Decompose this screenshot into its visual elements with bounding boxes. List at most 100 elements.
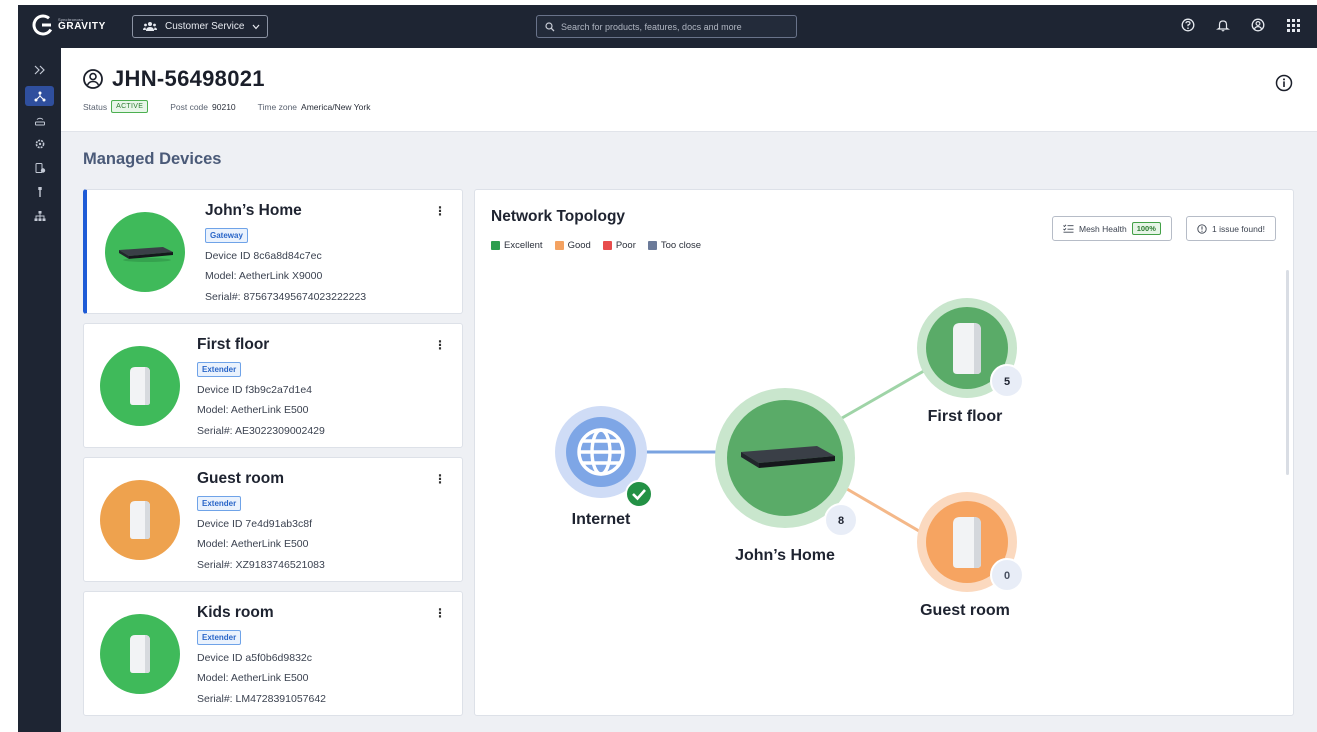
device-name: Kids room bbox=[197, 604, 274, 621]
device-type-tag: Extender bbox=[197, 630, 242, 645]
list-check-icon bbox=[1063, 224, 1074, 233]
mesh-health-button[interactable]: Mesh Health 100% bbox=[1052, 216, 1172, 241]
device-id: Device ID a5f0b6d9832c bbox=[197, 652, 312, 664]
expand-nav-icon[interactable] bbox=[25, 60, 54, 80]
device-name: First floor bbox=[197, 336, 270, 353]
mesh-health-badge: 100% bbox=[1131, 222, 1161, 235]
account-user-icon bbox=[83, 69, 103, 89]
apps-grid-icon[interactable] bbox=[1283, 15, 1303, 35]
device-type-tag: Gateway bbox=[205, 228, 248, 243]
device-card-johns-home[interactable]: John’s Home Gateway Device ID 8c6a8d84c7… bbox=[83, 189, 463, 314]
mesh-health-label: Mesh Health bbox=[1079, 223, 1127, 234]
help-icon[interactable] bbox=[1178, 15, 1198, 35]
kebab-menu-icon[interactable]: ⋮ bbox=[434, 338, 446, 352]
node-label-first-floor: First floor bbox=[928, 408, 1003, 425]
status-badge: ACTIVE bbox=[111, 100, 149, 113]
device-serial: Serial#: 875673495674023222223 bbox=[205, 291, 367, 303]
client-count-first-floor: 5 bbox=[1004, 376, 1010, 388]
extender-device-icon bbox=[953, 517, 981, 568]
side-navigation bbox=[18, 48, 61, 732]
section-title: Managed Devices bbox=[83, 150, 222, 168]
device-model: Model: AetherLink X9000 bbox=[205, 270, 323, 282]
device-status-avatar bbox=[100, 480, 180, 560]
users-icon bbox=[143, 22, 157, 31]
legend-item-excellent: Excellent bbox=[491, 240, 543, 251]
brand-name: GRAVITY bbox=[58, 21, 106, 32]
issues-label: 1 issue found! bbox=[1212, 223, 1265, 234]
account-header: JHN-56498021 Status ACTIVE Post code 902… bbox=[61, 48, 1317, 132]
search-icon bbox=[545, 21, 555, 31]
node-label-gateway: John’s Home bbox=[735, 547, 835, 564]
nav-settings-icon[interactable] bbox=[25, 134, 54, 154]
legend-item-too-close: Too close bbox=[647, 240, 701, 251]
search-input[interactable] bbox=[561, 21, 791, 32]
device-serial: Serial#: XZ9183746521083 bbox=[197, 559, 325, 571]
timezone-value: America/New York bbox=[301, 101, 371, 112]
chevron-down-icon bbox=[253, 24, 260, 29]
account-id-title: JHN-56498021 bbox=[112, 66, 265, 91]
timezone-label: Time zone bbox=[257, 101, 298, 112]
extender-device-icon bbox=[130, 367, 150, 405]
device-type-tag: Extender bbox=[197, 362, 242, 377]
notifications-bell-icon[interactable] bbox=[1213, 15, 1233, 35]
device-id: Device ID 7e4d91ab3c8f bbox=[197, 518, 312, 530]
node-label-guest-room: Guest room bbox=[920, 602, 1010, 619]
device-status-avatar bbox=[100, 614, 180, 694]
extender-device-icon bbox=[130, 501, 150, 539]
alert-info-icon bbox=[1197, 223, 1207, 234]
kebab-menu-icon[interactable]: ⋮ bbox=[434, 472, 446, 486]
kebab-menu-icon[interactable]: ⋮ bbox=[434, 204, 446, 218]
topology-title: Network Topology bbox=[491, 208, 626, 225]
postcode-label: Post code bbox=[170, 101, 209, 112]
device-name: John’s Home bbox=[205, 202, 302, 219]
legend-item-poor: Poor bbox=[602, 240, 636, 251]
topology-scrollbar[interactable] bbox=[1286, 270, 1289, 475]
device-serial: Serial#: LM4728391057642 bbox=[197, 693, 327, 705]
nav-network-topology-icon[interactable] bbox=[25, 86, 54, 106]
main-content: JHN-56498021 Status ACTIVE Post code 902… bbox=[61, 48, 1317, 732]
legend-item-good: Good bbox=[554, 240, 591, 251]
nav-tools-icon[interactable] bbox=[25, 182, 54, 202]
device-card-kids-room[interactable]: Kids room Extender Device ID a5f0b6d9832… bbox=[83, 591, 463, 716]
status-label: Status bbox=[83, 101, 108, 112]
gravity-logo[interactable]: Synchronoss GRAVITY bbox=[32, 14, 106, 36]
device-type-tag: Extender bbox=[197, 496, 242, 511]
device-card-guest-room[interactable]: Guest room Extender Device ID 7e4d91ab3c… bbox=[83, 457, 463, 582]
node-label-internet: Internet bbox=[572, 511, 631, 528]
nav-router-icon[interactable] bbox=[25, 111, 54, 131]
info-icon[interactable] bbox=[1275, 74, 1293, 97]
account-meta: Status ACTIVE Post code 90210 Time zone … bbox=[83, 100, 392, 113]
gravity-logo-icon bbox=[32, 14, 54, 36]
postcode-value: 90210 bbox=[212, 101, 236, 112]
extender-device-icon bbox=[130, 635, 150, 673]
device-status-avatar bbox=[100, 346, 180, 426]
global-search[interactable] bbox=[536, 15, 797, 38]
top-bar: Synchronoss GRAVITY Customer Service bbox=[18, 5, 1317, 48]
node-gateway[interactable] bbox=[715, 388, 858, 537]
device-status-avatar bbox=[105, 212, 185, 292]
device-model: Model: AetherLink E500 bbox=[197, 404, 309, 416]
device-model: Model: AetherLink E500 bbox=[197, 672, 309, 684]
device-id: Device ID 8c6a8d84c7ec bbox=[205, 250, 322, 262]
device-id: Device ID f3b9c2a7d1e4 bbox=[197, 384, 312, 396]
context-label: Customer Service bbox=[165, 21, 245, 32]
user-profile-icon[interactable] bbox=[1248, 15, 1268, 35]
client-count-guest-room: 0 bbox=[1004, 570, 1010, 582]
nav-device-check-icon[interactable] bbox=[25, 158, 54, 178]
topology-legend: Excellent Good Poor Too close bbox=[491, 240, 701, 251]
device-model: Model: AetherLink E500 bbox=[197, 538, 309, 550]
issues-found-button[interactable]: 1 issue found! bbox=[1186, 216, 1276, 241]
extender-device-icon bbox=[953, 323, 981, 374]
nav-org-chart-icon[interactable] bbox=[25, 206, 54, 226]
gateway-router-icon bbox=[119, 247, 173, 262]
context-switcher-button[interactable]: Customer Service bbox=[132, 15, 268, 38]
client-count-gateway: 8 bbox=[838, 515, 844, 527]
topology-graph: Internet John’s Home First floor Guest r… bbox=[555, 298, 1024, 619]
check-status-icon bbox=[625, 480, 653, 508]
node-internet[interactable] bbox=[555, 406, 653, 508]
device-card-first-floor[interactable]: First floor Extender Device ID f3b9c2a7d… bbox=[83, 323, 463, 448]
device-serial: Serial#: AE3022309002429 bbox=[197, 425, 325, 437]
kebab-menu-icon[interactable]: ⋮ bbox=[434, 606, 446, 620]
network-topology-panel: Internet John’s Home First floor Guest r… bbox=[474, 189, 1294, 716]
device-name: Guest room bbox=[197, 470, 284, 487]
